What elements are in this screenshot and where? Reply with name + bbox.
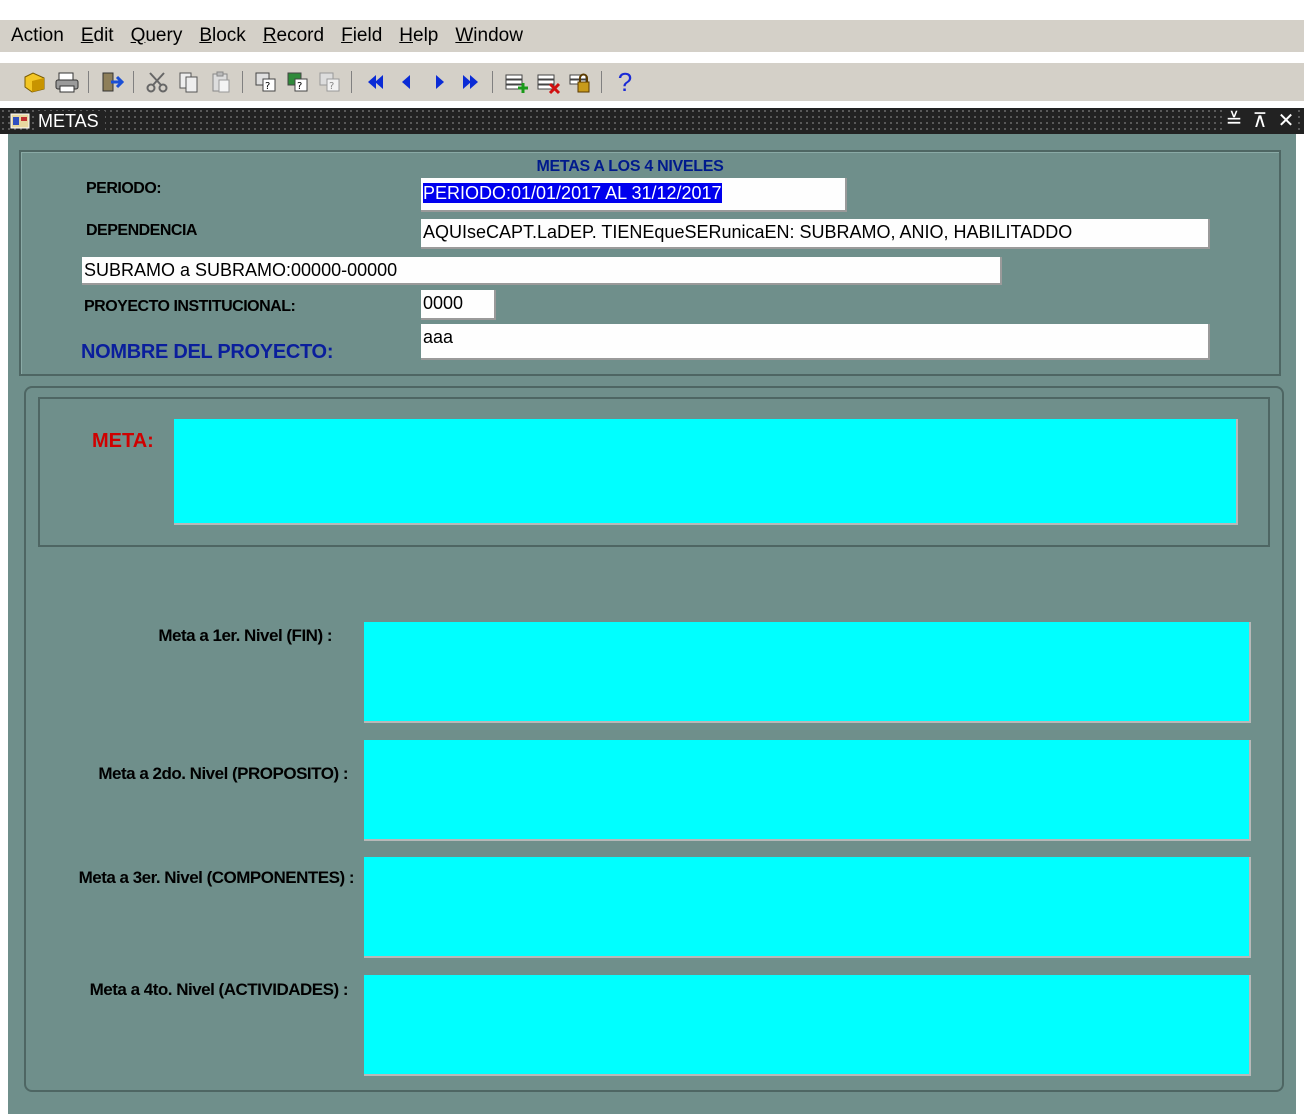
meta-label: META: — [92, 430, 154, 452]
menu-bar: Action Edit Query Block Record Field Hel… — [0, 20, 1304, 52]
dependencia-label: DEPENDENCIA — [86, 222, 197, 239]
periodo-label: PERIODO: — [86, 180, 162, 197]
proyecto-institucional-field[interactable]: 0000 — [421, 290, 496, 320]
save-icon[interactable] — [20, 67, 50, 97]
proyecto-institucional-label: PROYECTO INSTITUCIONAL: — [84, 298, 296, 315]
nivel1-textarea[interactable] — [364, 622, 1251, 723]
menu-field[interactable]: Field — [341, 25, 382, 47]
subramo-field[interactable]: SUBRAMO a SUBRAMO:00000-00000 — [82, 257, 1002, 285]
toolbar-separator — [88, 71, 89, 93]
menu-query[interactable]: Query — [131, 25, 183, 47]
menu-record[interactable]: Record — [263, 25, 324, 47]
minimize-icon[interactable]: ≚ — [1224, 109, 1244, 133]
nivel1-label: Meta a 1er. Nivel (FIN) : — [158, 626, 332, 645]
forms-application: Action Edit Query Block Record Field Hel… — [0, 0, 1304, 1115]
nivel2-textarea[interactable] — [364, 740, 1251, 841]
nivel4-textarea[interactable] — [364, 975, 1251, 1076]
insert-record-icon[interactable] — [501, 67, 531, 97]
menu-help[interactable]: Help — [399, 25, 438, 47]
toolbar-separator — [601, 71, 602, 93]
lock-record-icon[interactable] — [565, 67, 595, 97]
window-title-bar: METAS ≚ ⊼ ✕ — [0, 108, 1304, 134]
periodo-value: PERIODO:01/01/2017 AL 31/12/2017 — [423, 183, 722, 203]
menu-window[interactable]: Window — [455, 25, 523, 47]
nivel4-label: Meta a 4to. Nivel (ACTIVIDADES) : — [89, 980, 349, 999]
svg-text:?: ? — [297, 81, 302, 92]
window-title: METAS — [36, 110, 105, 132]
delete-record-icon[interactable] — [533, 67, 563, 97]
cut-icon[interactable] — [142, 67, 172, 97]
next-block-icon[interactable] — [456, 67, 486, 97]
menu-edit[interactable]: Edit — [81, 25, 114, 47]
window-controls: ≚ ⊼ ✕ — [1222, 109, 1298, 133]
menu-action[interactable]: Action — [11, 25, 64, 47]
close-icon[interactable]: ✕ — [1276, 109, 1296, 133]
toolbar-separator — [242, 71, 243, 93]
dependencia-field[interactable]: AQUIseCAPT.LaDEP. TIENEqueSERunicaEN: SU… — [421, 219, 1210, 249]
window-icon — [10, 113, 30, 129]
execute-query-icon[interactable]: ? — [283, 67, 313, 97]
nivel2-label: Meta a 2do. Nivel (PROPOSITO) : — [98, 764, 348, 783]
svg-text:?: ? — [265, 81, 270, 92]
cancel-query-icon[interactable]: ? — [315, 67, 345, 97]
exit-icon[interactable] — [97, 67, 127, 97]
print-icon[interactable] — [52, 67, 82, 97]
previous-block-icon[interactable] — [360, 67, 390, 97]
nivel3-label: Meta a 3er. Nivel (COMPONENTES) : — [78, 868, 355, 887]
periodo-field[interactable]: PERIODO:01/01/2017 AL 31/12/2017 — [421, 178, 847, 212]
enter-query-icon[interactable]: ? — [251, 67, 281, 97]
nombre-proyecto-field[interactable]: aaa — [421, 324, 1210, 360]
help-icon[interactable]: ? — [610, 67, 640, 97]
paste-icon[interactable] — [206, 67, 236, 97]
nombre-proyecto-label: NOMBRE DEL PROYECTO: — [81, 341, 334, 363]
toolbar-separator — [492, 71, 493, 93]
previous-record-icon[interactable] — [392, 67, 422, 97]
nivel3-textarea[interactable] — [364, 857, 1251, 958]
next-record-icon[interactable] — [424, 67, 454, 97]
meta-textarea[interactable] — [174, 419, 1238, 525]
menu-block[interactable]: Block — [199, 25, 245, 47]
toolbar-separator — [133, 71, 134, 93]
toolbar-separator — [351, 71, 352, 93]
toolbar: ? ? ? ? — [0, 63, 1304, 101]
maximize-icon[interactable]: ⊼ — [1250, 109, 1270, 133]
form-heading: METAS A LOS 4 NIVELES — [536, 158, 724, 175]
svg-text:?: ? — [329, 81, 334, 92]
copy-icon[interactable] — [174, 67, 204, 97]
